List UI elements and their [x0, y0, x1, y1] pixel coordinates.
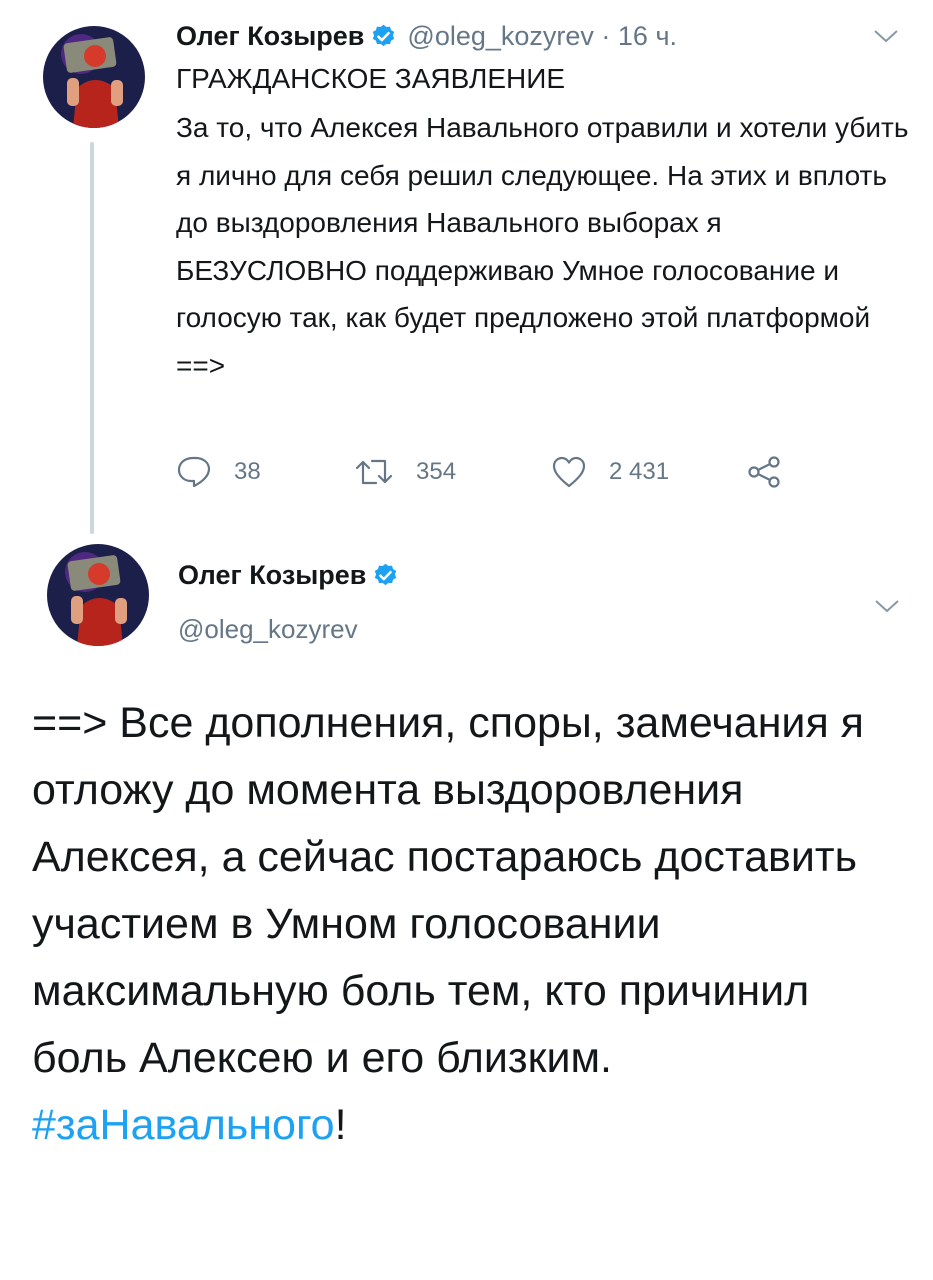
- author-avatar[interactable]: [43, 26, 145, 128]
- author-name-text: Олег Козырев: [178, 560, 367, 590]
- like-count: 2 431: [609, 458, 670, 485]
- tweet-meta[interactable]: @oleg_kozyrev · 16 ч.: [407, 21, 677, 52]
- share-icon: [748, 456, 780, 488]
- reply-button[interactable]: 38: [176, 452, 261, 492]
- reply-count: 38: [234, 458, 261, 485]
- tweet2-body: ==> Все дополнения, споры, замечания я о…: [32, 690, 912, 1159]
- chevron-down-icon[interactable]: [874, 598, 900, 614]
- retweet-icon: [355, 459, 393, 485]
- author-name-2[interactable]: Олег Козырев: [178, 560, 399, 591]
- tweet1-title: ГРАЖДАНСКОЕ ЗАЯВЛЕНИЕ: [176, 63, 566, 94]
- author-name[interactable]: Олег Козырев: [176, 21, 364, 52]
- verified-badge-icon: [372, 562, 399, 589]
- author-handle-2[interactable]: @oleg_kozyrev: [178, 614, 358, 645]
- tweet2-text: ==> Все дополнения, споры, замечания я о…: [32, 699, 864, 1082]
- chevron-down-icon[interactable]: [873, 28, 899, 44]
- hashtag-suffix: !: [334, 1101, 347, 1149]
- retweet-count: 354: [416, 458, 457, 485]
- retweet-button[interactable]: 354: [354, 452, 456, 492]
- tweet1-actions: 38 354 2 431: [176, 452, 816, 492]
- author-avatar-2[interactable]: [47, 544, 149, 646]
- share-button[interactable]: [746, 452, 804, 492]
- verified-badge-icon: [370, 23, 397, 50]
- like-button[interactable]: 2 431: [551, 452, 669, 492]
- thread-line: [90, 142, 94, 534]
- reply-icon: [177, 456, 211, 488]
- heart-icon: [552, 456, 586, 488]
- tweet1-header: Олег Козырев @oleg_kozyrev · 16 ч.: [176, 16, 677, 56]
- tweet1-body: За то, что Алексея Навального отравили и…: [176, 112, 909, 381]
- hashtag-link[interactable]: #заНавального: [32, 1101, 335, 1149]
